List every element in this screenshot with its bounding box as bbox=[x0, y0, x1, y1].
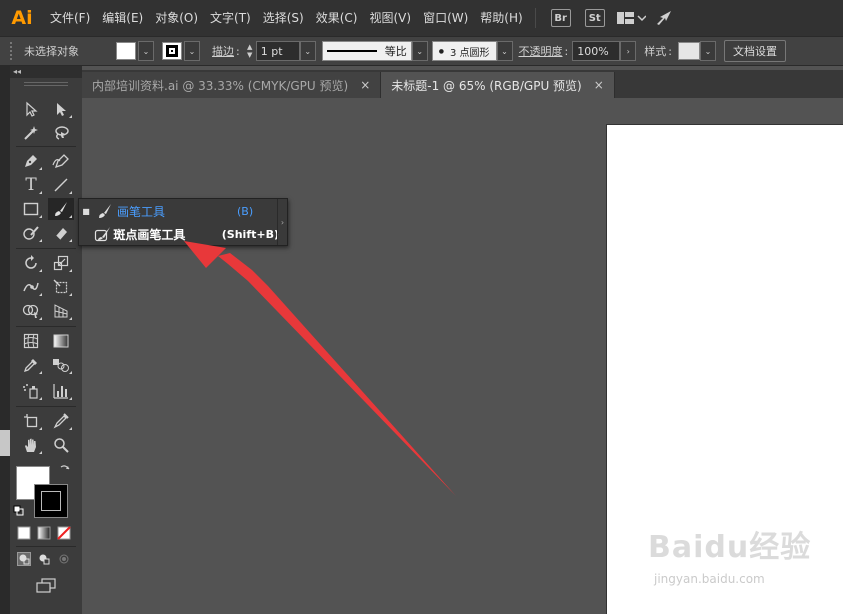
watermark-url: jingyan.baidu.com bbox=[654, 572, 765, 586]
watermark: Baidu经验 jingyan.baidu.com bbox=[648, 522, 828, 602]
watermark-logo: Baidu经验 bbox=[648, 530, 812, 565]
